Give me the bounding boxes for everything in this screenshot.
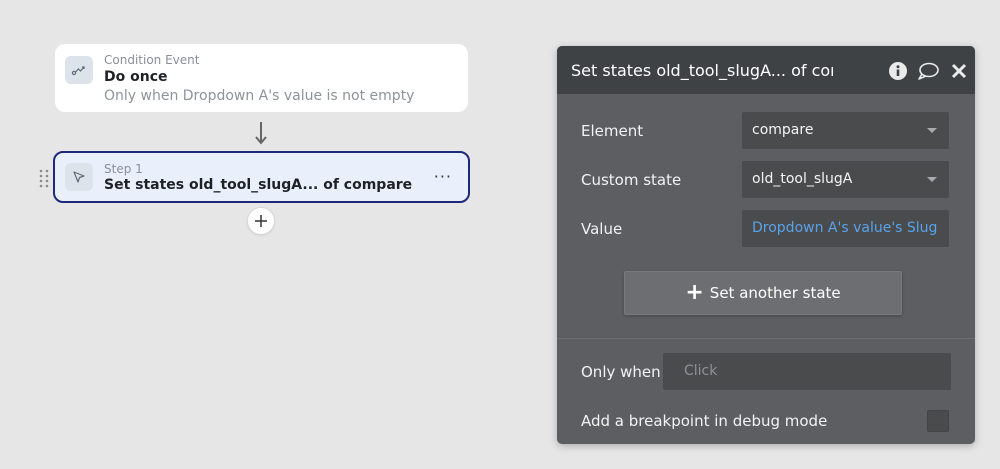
breakpoint-label: Add a breakpoint in debug mode: [581, 412, 828, 430]
panel-title: Set states old_tool_slugA... of compare: [571, 61, 833, 80]
element-label: Element: [581, 122, 644, 140]
event-title: Do once: [104, 69, 168, 85]
chevron-down-icon: [927, 177, 937, 182]
event-kind-label: Condition Event: [104, 53, 200, 67]
only-when-label: Only when: [581, 363, 661, 381]
value-expression[interactable]: Dropdown A's value's Slug: [752, 220, 937, 236]
add-step-button[interactable]: [247, 207, 275, 235]
step-number-label: Step 1: [104, 162, 143, 176]
drag-handle-icon[interactable]: [38, 168, 50, 188]
arrow-down-icon: [255, 122, 267, 146]
condition-event-icon: [65, 56, 93, 84]
value-label: Value: [581, 220, 623, 238]
set-another-state-button[interactable]: + Set another state: [624, 271, 902, 315]
panel-header: Set states old_tool_slugA... of compare: [557, 46, 975, 94]
only-when-field[interactable]: Click: [663, 353, 951, 390]
only-when-placeholder: Click: [684, 363, 718, 379]
set-another-state-label: Set another state: [709, 284, 841, 302]
custom-state-dropdown[interactable]: old_tool_slugA: [742, 161, 949, 198]
more-options-button[interactable]: ···: [434, 167, 452, 186]
element-dropdown-value: compare: [752, 122, 814, 138]
info-icon[interactable]: [887, 60, 909, 82]
divider: [557, 338, 975, 339]
cursor-icon: [65, 163, 93, 191]
breakpoint-checkbox[interactable]: [927, 410, 949, 432]
step-title: Set states old_tool_slugA... of compare: [104, 177, 413, 193]
action-property-editor: Set states old_tool_slugA... of compare …: [557, 46, 975, 444]
plus-icon: +: [685, 280, 704, 305]
step-1-card[interactable]: Step 1 Set states old_tool_slugA... of c…: [53, 151, 470, 203]
comment-icon[interactable]: [917, 60, 939, 82]
custom-state-dropdown-value: old_tool_slugA: [752, 171, 853, 187]
element-dropdown[interactable]: compare: [742, 112, 949, 149]
custom-state-label: Custom state: [581, 171, 682, 189]
close-icon[interactable]: [948, 60, 970, 82]
condition-event-card[interactable]: Condition Event Do once Only when Dropdo…: [55, 44, 468, 112]
event-condition: Only when Dropdown A's value is not empt…: [104, 88, 415, 104]
value-expression-field[interactable]: Dropdown A's value's Slug: [742, 210, 949, 247]
plus-icon: [255, 215, 267, 227]
chevron-down-icon: [927, 128, 937, 133]
